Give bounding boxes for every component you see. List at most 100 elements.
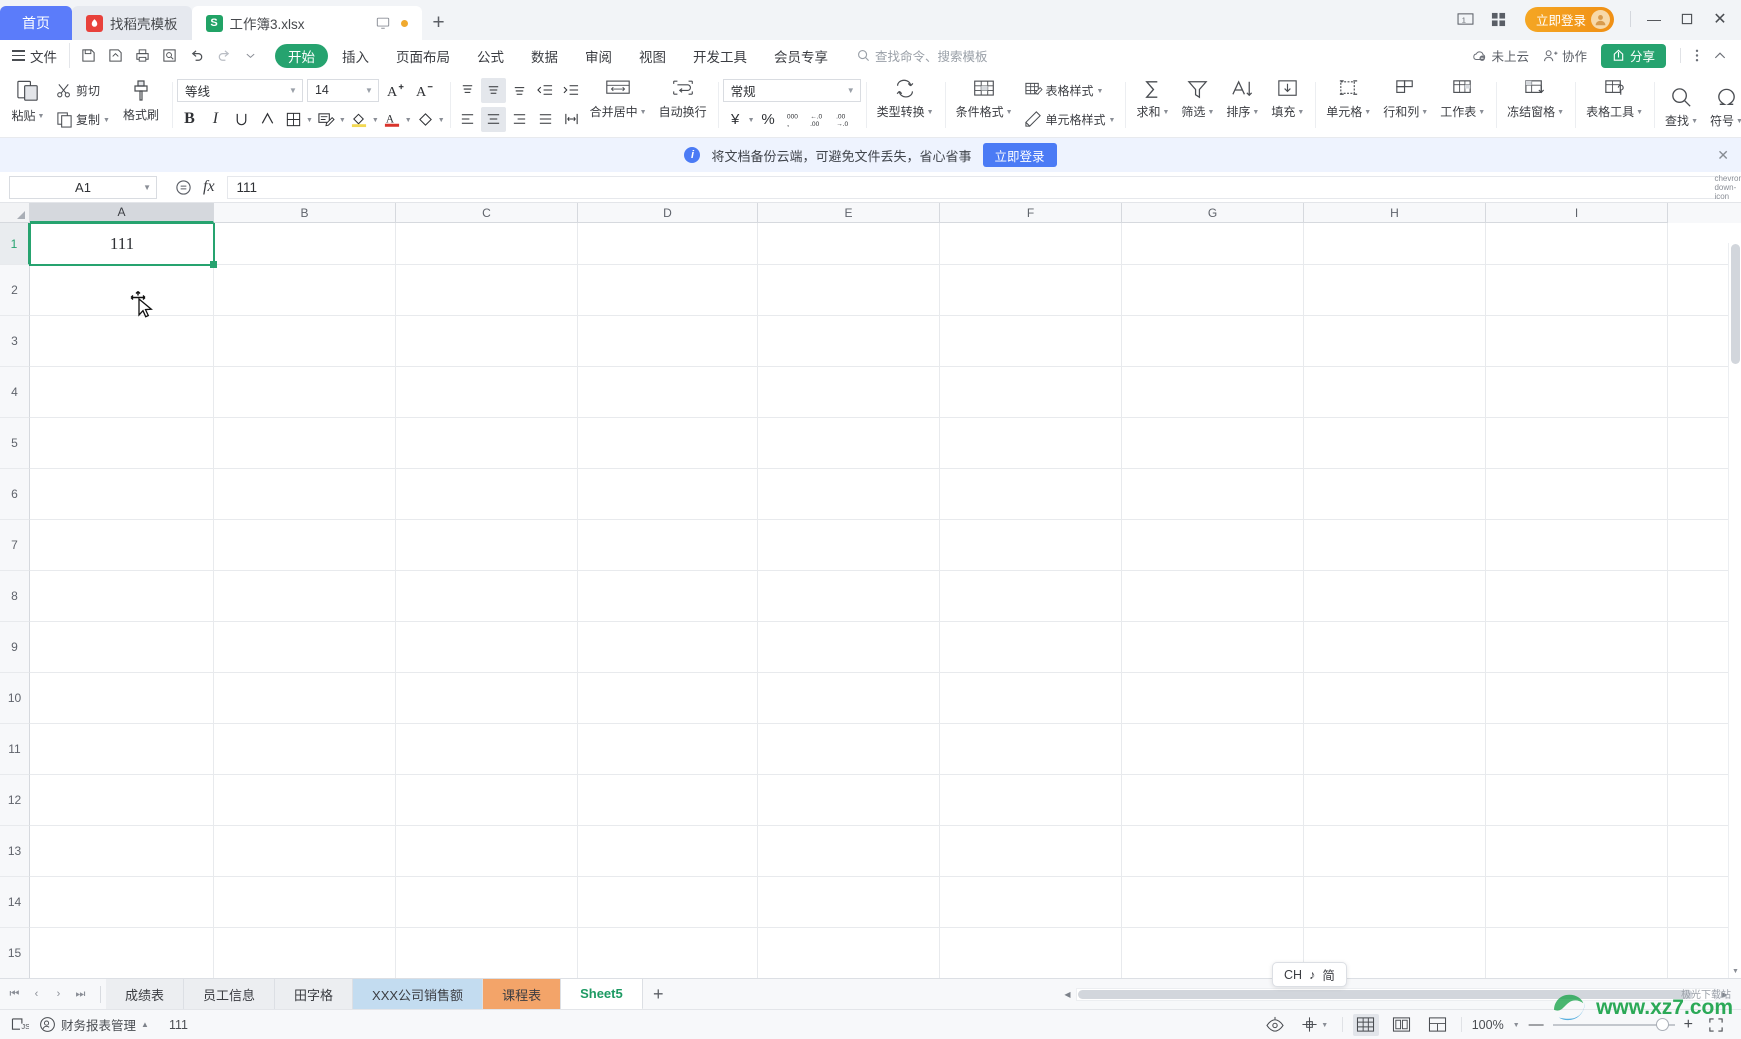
cell-E8[interactable] <box>758 571 940 621</box>
row-header-10[interactable]: 10 <box>0 673 30 724</box>
cell-G6[interactable] <box>1122 469 1304 519</box>
cell-D5[interactable] <box>578 418 758 468</box>
comma-format-button[interactable]: 000, <box>782 107 807 132</box>
cell-B1[interactable] <box>214 223 396 264</box>
js-script-icon[interactable]: JS <box>11 1017 29 1033</box>
print-preview-icon[interactable] <box>157 43 182 68</box>
page-break-view-button[interactable] <box>1425 1014 1451 1036</box>
cell-F3[interactable] <box>940 316 1122 366</box>
command-search[interactable]: 查找命令、搜索模板 <box>857 46 988 65</box>
last-sheet-button[interactable]: ⏭ <box>70 982 91 1006</box>
chevron-down-icon[interactable]: ▼ <box>1513 1022 1520 1029</box>
cell-G4[interactable] <box>1122 367 1304 417</box>
cell-A2[interactable] <box>30 265 214 315</box>
cell-F5[interactable] <box>940 418 1122 468</box>
cell-C12[interactable] <box>396 775 578 825</box>
next-sheet-button[interactable]: › <box>48 982 69 1006</box>
cell-A11[interactable] <box>30 724 214 774</box>
cell-B7[interactable] <box>214 520 396 570</box>
cell-I9[interactable] <box>1486 622 1668 672</box>
apps-grid-icon[interactable] <box>1484 4 1514 34</box>
cell-F2[interactable] <box>940 265 1122 315</box>
cell-F9[interactable] <box>940 622 1122 672</box>
row-header-13[interactable]: 13 <box>0 826 30 877</box>
collapse-ribbon-icon[interactable] <box>1713 49 1727 63</box>
align-bottom-button[interactable] <box>507 78 532 103</box>
cell-I14[interactable] <box>1486 877 1668 927</box>
cell-B9[interactable] <box>214 622 396 672</box>
ribbon-tab-insert[interactable]: 插入 <box>329 44 382 68</box>
cell-F6[interactable] <box>940 469 1122 519</box>
table-style-button[interactable]: 表格样式 ▼ <box>1019 78 1109 103</box>
cell-H5[interactable] <box>1304 418 1486 468</box>
align-center-button[interactable] <box>480 106 506 132</box>
cell-G8[interactable] <box>1122 571 1304 621</box>
cell-D7[interactable] <box>578 520 758 570</box>
cell-A15[interactable] <box>30 928 214 978</box>
column-header-F[interactable]: F <box>940 203 1122 223</box>
row-header-9[interactable]: 9 <box>0 622 30 673</box>
row-header-15[interactable]: 15 <box>0 928 30 978</box>
cell-B13[interactable] <box>214 826 396 876</box>
prev-sheet-button[interactable]: ‹ <box>26 982 47 1006</box>
zoom-level-label[interactable]: 100% <box>1472 1018 1504 1032</box>
row-header-2[interactable]: 2 <box>0 265 30 316</box>
cell-G12[interactable] <box>1122 775 1304 825</box>
find-button[interactable]: 查找 ▼ <box>1659 83 1704 129</box>
cell-A9[interactable] <box>30 622 214 672</box>
cell-E12[interactable] <box>758 775 940 825</box>
cell-C13[interactable] <box>396 826 578 876</box>
cut-button[interactable]: 剪切 <box>51 78 105 103</box>
fill-button[interactable]: 填充 ▼ <box>1265 74 1310 137</box>
cloud-status[interactable]: 未上云 <box>1472 46 1529 65</box>
row-header-14[interactable]: 14 <box>0 877 30 928</box>
cell-C2[interactable] <box>396 265 578 315</box>
column-header-D[interactable]: D <box>578 203 758 223</box>
row-header-6[interactable]: 6 <box>0 469 30 520</box>
row-header-7[interactable]: 7 <box>0 520 30 571</box>
cell-I6[interactable] <box>1486 469 1668 519</box>
cell-A13[interactable] <box>30 826 214 876</box>
login-button[interactable]: 立即登录 <box>1524 6 1614 32</box>
cell-G9[interactable] <box>1122 622 1304 672</box>
scroll-left-arrow[interactable]: ◀ <box>1059 986 1076 1002</box>
cell-E9[interactable] <box>758 622 940 672</box>
cell-F13[interactable] <box>940 826 1122 876</box>
increase-indent-button[interactable] <box>559 78 584 103</box>
conditional-format-button[interactable]: 条件格式 ▼ <box>950 74 1019 137</box>
cell-B14[interactable] <box>214 877 396 927</box>
tab-template-store[interactable]: 找稻壳模板 <box>72 6 192 40</box>
distributed-align-button[interactable] <box>559 107 584 132</box>
zoom-out-button[interactable]: — <box>1529 1016 1544 1033</box>
present-screen-icon[interactable] <box>376 16 390 30</box>
cell-I2[interactable] <box>1486 265 1668 315</box>
save-as-icon[interactable] <box>103 43 128 68</box>
ribbon-tab-developer[interactable]: 开发工具 <box>680 44 760 68</box>
percent-format-button[interactable]: % <box>756 107 781 132</box>
tab-home[interactable]: 首页 <box>0 6 72 40</box>
cell-C9[interactable] <box>396 622 578 672</box>
cell-C1[interactable] <box>396 223 578 264</box>
strikethrough-button[interactable] <box>255 107 280 132</box>
cell-F10[interactable] <box>940 673 1122 723</box>
ribbon-tab-formulas[interactable]: 公式 <box>464 44 517 68</box>
cell-E2[interactable] <box>758 265 940 315</box>
cell-G1[interactable] <box>1122 223 1304 264</box>
cell-E11[interactable] <box>758 724 940 774</box>
align-top-button[interactable] <box>455 78 480 103</box>
cell-G5[interactable] <box>1122 418 1304 468</box>
undo-icon[interactable] <box>184 43 209 68</box>
autosum-button[interactable]: 求和 ▼ <box>1130 74 1175 137</box>
cell-G11[interactable] <box>1122 724 1304 774</box>
new-tab-button[interactable]: + <box>422 6 456 40</box>
insert-function-icon[interactable]: fx <box>203 178 215 196</box>
cell-C15[interactable] <box>396 928 578 978</box>
cell-B2[interactable] <box>214 265 396 315</box>
cell-I1[interactable] <box>1486 223 1668 264</box>
redo-icon[interactable] <box>211 43 236 68</box>
italic-button[interactable]: I <box>203 107 228 132</box>
clear-format-button[interactable]: ▼ <box>413 107 445 132</box>
ime-status-tooltip[interactable]: CH ♪ 简 <box>1272 962 1347 987</box>
cell-A14[interactable] <box>30 877 214 927</box>
cell-C10[interactable] <box>396 673 578 723</box>
